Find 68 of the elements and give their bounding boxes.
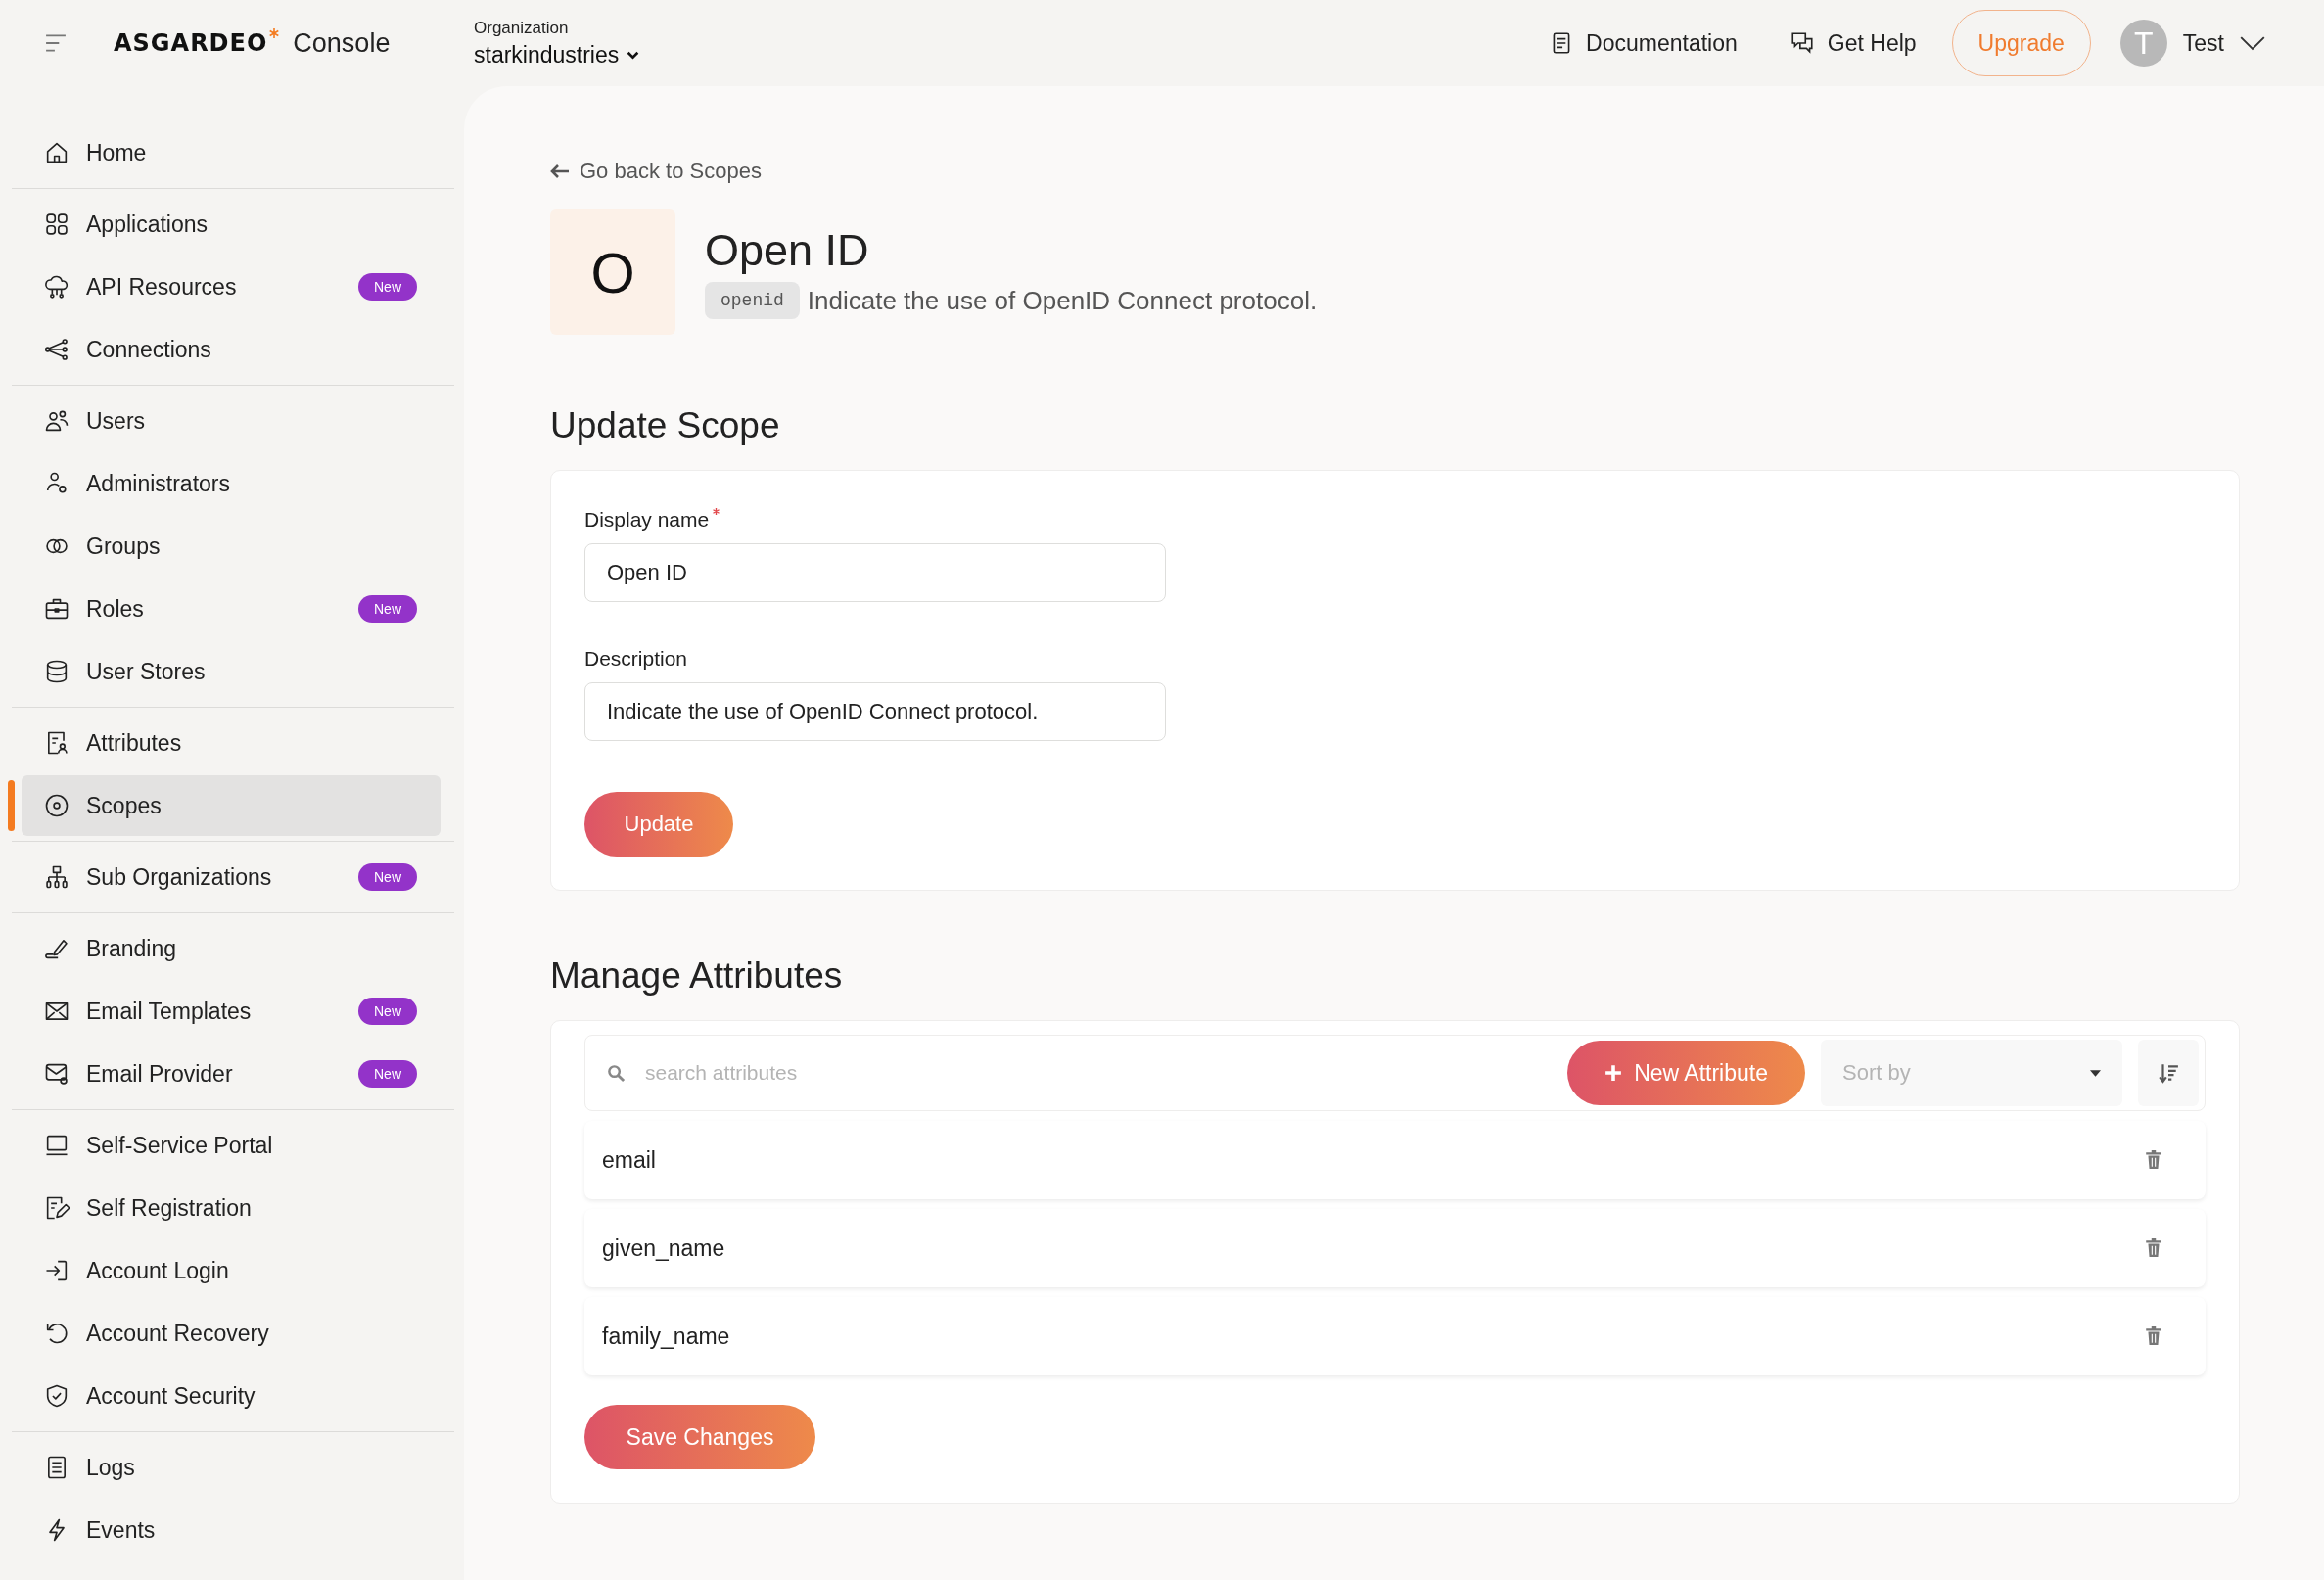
help-link[interactable]: Get Help — [1788, 29, 1917, 57]
sidebar-item[interactable]: Branding — [22, 918, 441, 979]
sidebar-item[interactable]: Account Login — [22, 1240, 441, 1301]
new-badge: New — [358, 998, 417, 1025]
sidebar-item[interactable]: Self Registration — [22, 1178, 441, 1238]
organization-label: Organization — [474, 18, 570, 38]
sidebar-item[interactable]: Scopes — [22, 775, 441, 836]
product-name: Console — [293, 27, 391, 59]
share-nodes-icon — [43, 336, 70, 363]
sidebar-item[interactable]: API Resources New — [22, 256, 441, 317]
attribute-row: family_name — [584, 1297, 2206, 1375]
sidebar-item[interactable]: Groups — [22, 516, 441, 577]
asterisk-icon — [269, 28, 280, 38]
sidebar-item[interactable]: Connections — [22, 319, 441, 380]
arrow-left-icon — [550, 163, 570, 179]
text-field[interactable]: Open ID — [584, 543, 1166, 602]
sidebar-item[interactable]: Attributes — [22, 713, 441, 773]
new-badge: New — [358, 595, 417, 623]
scope-identifier: openid — [705, 282, 800, 319]
sidebar-item[interactable]: Roles New — [22, 579, 441, 639]
documentation-link[interactable]: Documentation — [1549, 29, 1738, 57]
logo-text: ASGARDEO — [114, 29, 268, 57]
sidebar-item[interactable]: Email Provider New — [22, 1044, 441, 1104]
caret-down-icon — [2090, 1069, 2101, 1077]
sidebar-item[interactable]: Sub Organizations New — [22, 847, 441, 907]
hierarchy-icon — [43, 863, 70, 891]
sidebar-item[interactable]: Events — [22, 1500, 441, 1560]
field-label: Description — [584, 647, 688, 671]
sidebar-item[interactable]: Logs — [22, 1437, 441, 1498]
plus-icon — [1604, 1064, 1623, 1082]
scope-title: Open ID — [705, 225, 870, 276]
sort-icon — [2158, 1062, 2179, 1084]
sort-order-button[interactable] — [2138, 1040, 2199, 1106]
attribute-row: email — [584, 1121, 2206, 1199]
sidebar-item[interactable]: Users — [22, 391, 441, 451]
grid-icon — [43, 210, 70, 238]
scope-avatar: O — [550, 209, 675, 335]
sidebar-item[interactable]: Administrators — [22, 453, 441, 514]
menu-icon[interactable] — [45, 33, 67, 53]
attribute-row: given_name — [584, 1209, 2206, 1287]
field-label: Display name — [584, 508, 710, 532]
scope-description: Indicate the use of OpenID Connect protocol. — [807, 285, 1318, 316]
trash-icon[interactable] — [2145, 1150, 2162, 1170]
sidebar-item[interactable]: Account Recovery — [22, 1303, 441, 1364]
sidebar-item[interactable]: Home — [22, 122, 441, 183]
trash-icon[interactable] — [2145, 1238, 2162, 1258]
sidebar-item[interactable]: Self-Service Portal — [22, 1115, 441, 1176]
sidebar-item[interactable]: User Stores — [22, 641, 441, 702]
chevron-down-icon[interactable] — [2240, 35, 2265, 51]
trash-icon[interactable] — [2145, 1326, 2162, 1346]
target-icon — [43, 792, 70, 819]
new-badge: New — [358, 1060, 417, 1088]
text-field[interactable]: Indicate the use of OpenID Connect protocol. — [584, 682, 1166, 741]
cloud-icon — [43, 273, 70, 301]
sidebar-item[interactable]: Account Security — [22, 1366, 441, 1426]
chevron-down-icon — [627, 50, 640, 60]
organization-switcher[interactable]: starkindustries — [474, 41, 640, 69]
sidebar-item[interactable]: Applications — [22, 194, 441, 255]
section-title: Update Scope — [550, 405, 781, 446]
section-title: Manage Attributes — [550, 955, 844, 997]
new-badge: New — [358, 273, 417, 301]
new-badge: New — [358, 863, 417, 891]
selection-indicator — [8, 780, 15, 831]
sidebar-item[interactable]: Email Templates New — [22, 981, 441, 1042]
user-name: Test — [2182, 29, 2224, 57]
search-icon — [607, 1063, 626, 1083]
back-link[interactable]: Go back to Scopes — [550, 159, 762, 184]
search-field[interactable]: search attributes — [643, 1060, 1553, 1086]
